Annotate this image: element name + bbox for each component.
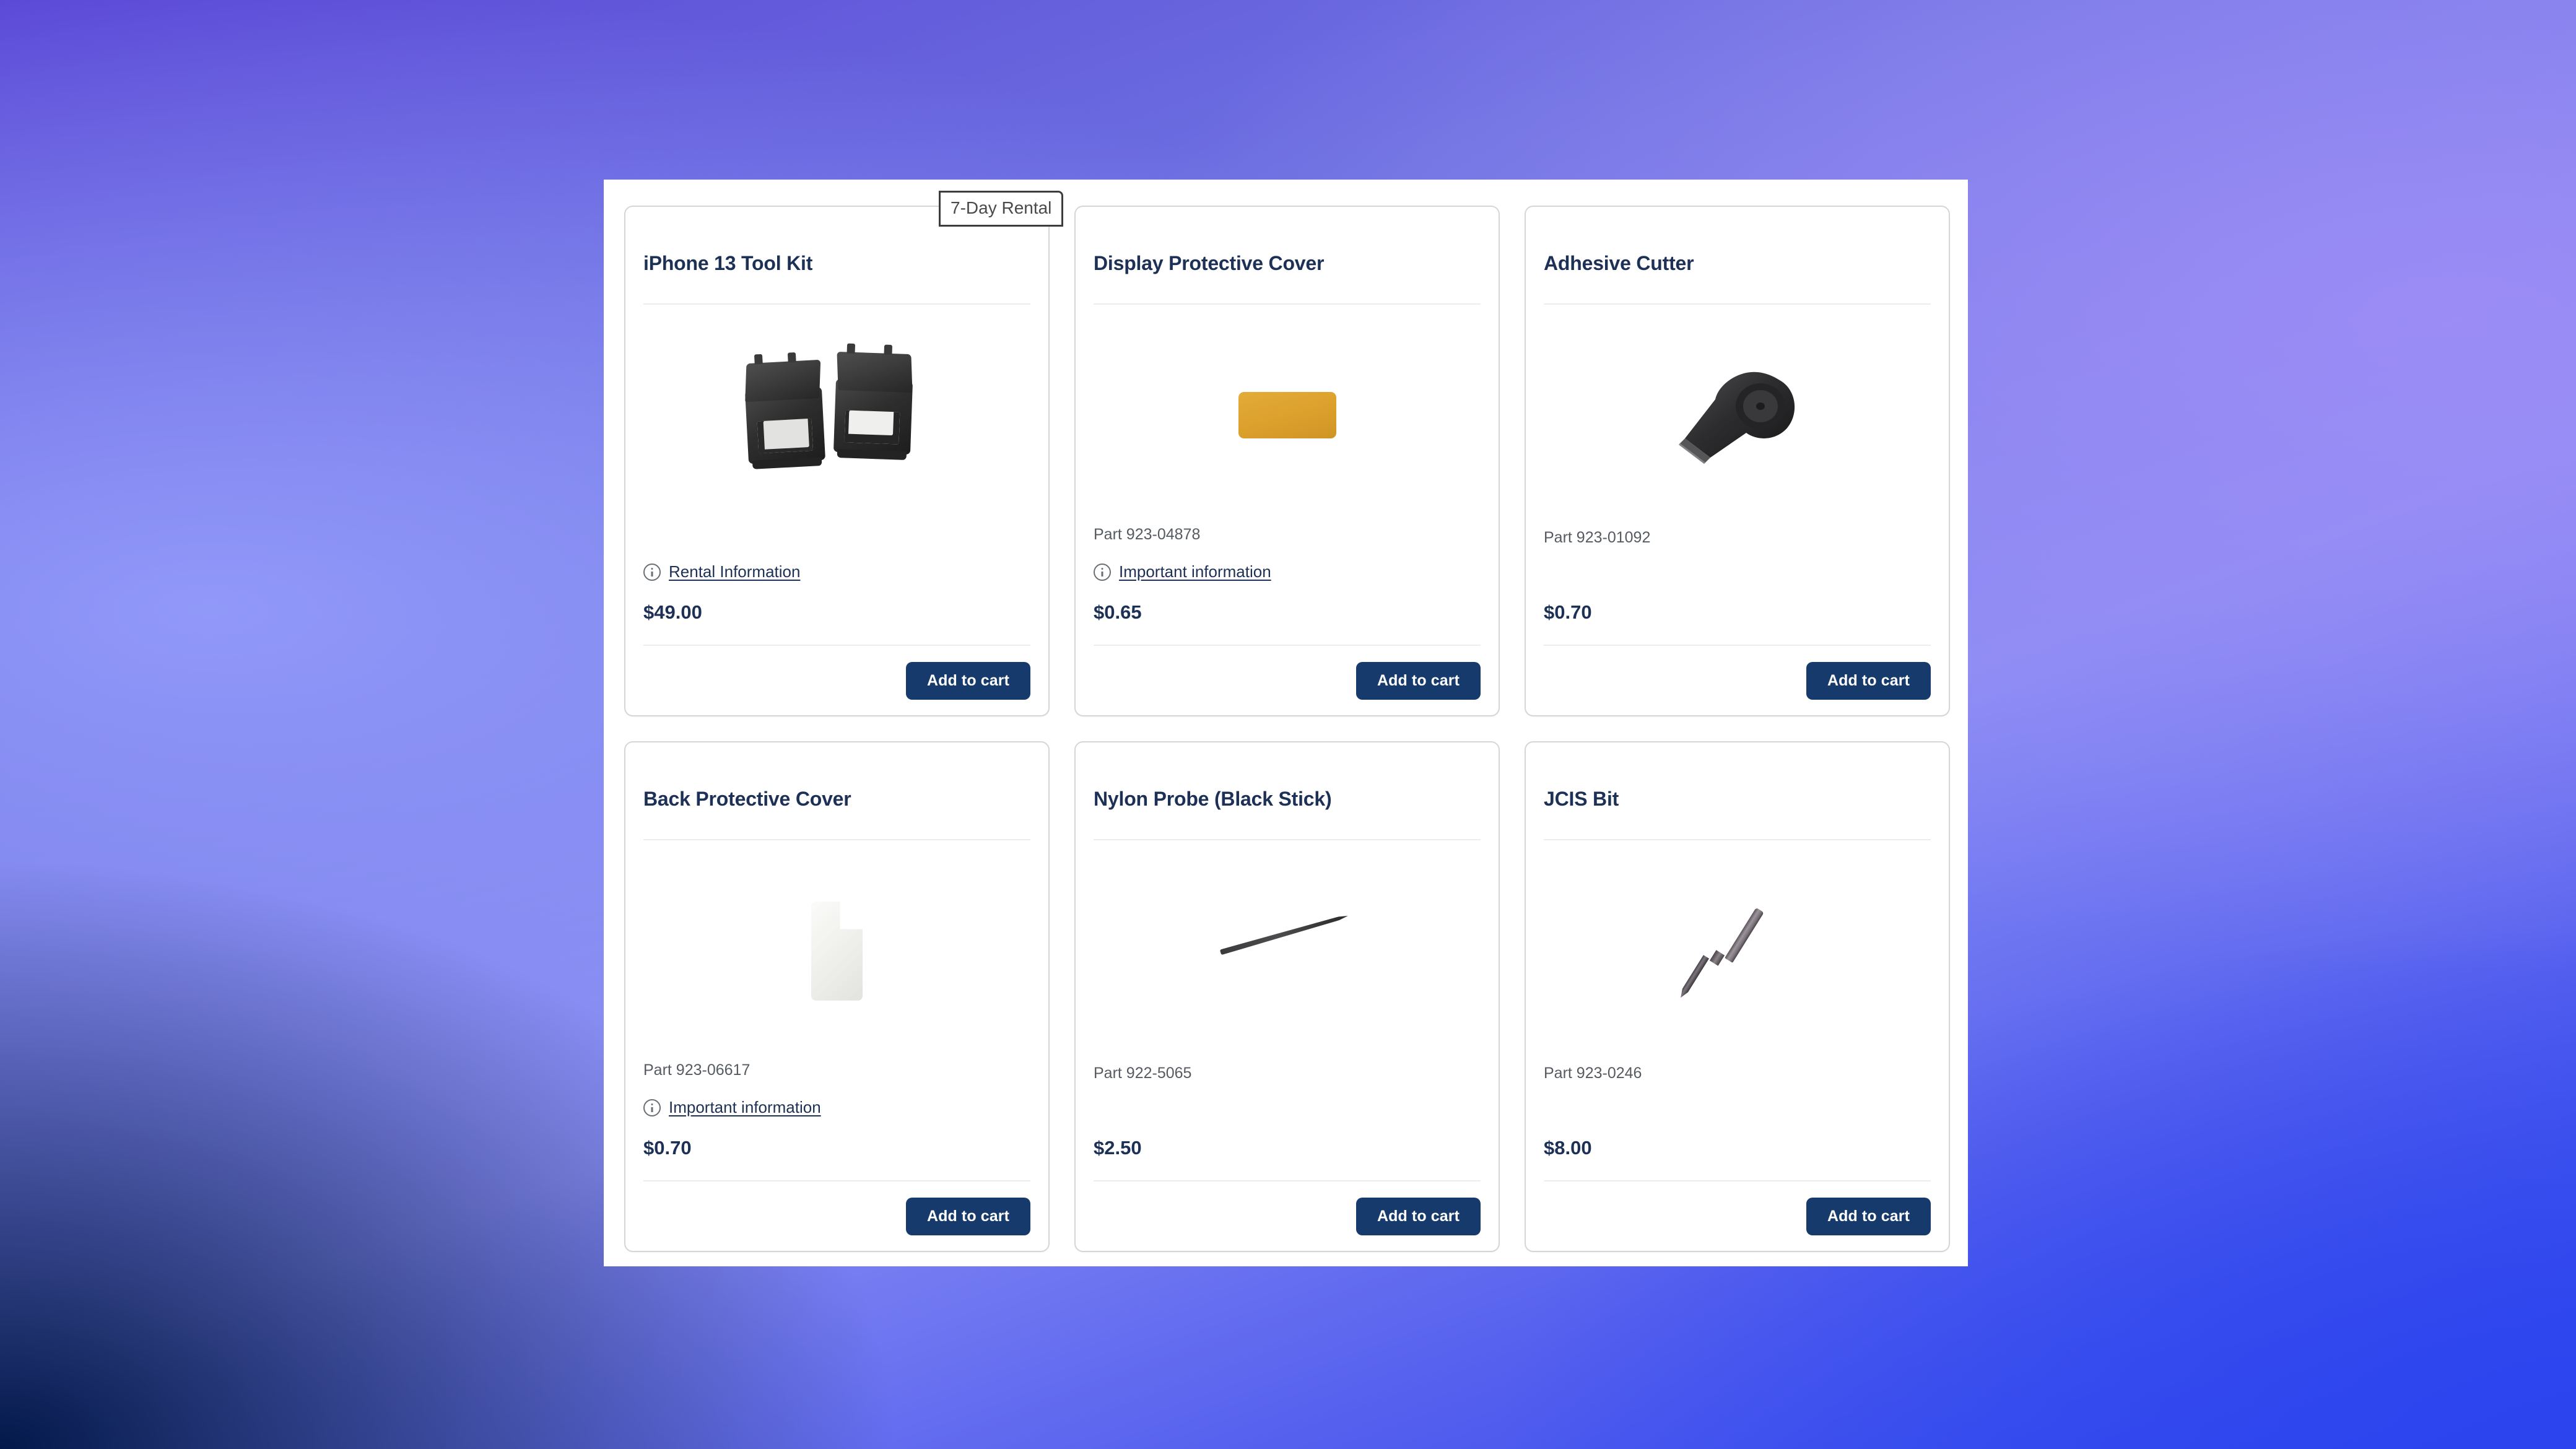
add-to-cart-button[interactable]: Add to cart [905, 1197, 1030, 1235]
jcis-bit-icon [1688, 897, 1787, 1007]
product-price: $8.00 [1544, 1137, 1592, 1159]
case-nub-icon [754, 354, 763, 365]
product-card-back-protective-cover[interactable]: Back Protective Cover Part 923-06617 Imp… [624, 741, 1050, 1252]
product-card-jcis-bit[interactable]: JCIS Bit Part 923-0246 $8.00 Add to cart [1525, 741, 1950, 1252]
card-actions: Add to cart [1544, 646, 1931, 715]
probe-shaft [1220, 913, 1349, 955]
info-circle-icon [643, 563, 661, 581]
back-cover-icon [811, 901, 863, 1001]
product-part-number: Part 923-0246 [1544, 1064, 1642, 1082]
important-information-row[interactable]: Important information [1094, 550, 1481, 581]
bit-collar [1709, 950, 1725, 966]
product-card-adhesive-cutter[interactable]: Adhesive Cutter Part 923-01092 $0.70 Add… [1525, 206, 1950, 716]
rental-duration-badge: 7-Day Rental [939, 191, 1064, 227]
product-image-display-cover [1094, 305, 1481, 526]
product-card-display-protective-cover[interactable]: Display Protective Cover Part 923-04878 … [1074, 206, 1500, 716]
product-title: Back Protective Cover [643, 788, 851, 810]
product-price: $0.65 [1094, 601, 1142, 623]
card-actions: Add to cart [643, 1181, 1030, 1251]
add-to-cart-button[interactable]: Add to cart [1806, 1197, 1931, 1235]
add-to-cart-button[interactable]: Add to cart [905, 661, 1030, 700]
case-lid-icon [836, 352, 913, 393]
card-actions: Add to cart [1544, 1181, 1931, 1251]
card-actions: Add to cart [1094, 1181, 1481, 1251]
product-title: JCIS Bit [1544, 788, 1619, 810]
card-actions: Add to cart [1094, 646, 1481, 715]
info-circle-icon [1094, 563, 1111, 581]
toolkit-icon [744, 343, 930, 470]
product-image-back-cover [643, 840, 1030, 1061]
rental-information-row[interactable]: Rental Information [643, 550, 1030, 581]
case-foam-insert [844, 410, 900, 445]
product-card-nylon-probe[interactable]: Nylon Probe (Black Stick) Part 922-5065 … [1074, 741, 1500, 1252]
product-image-jcis-bit [1544, 840, 1931, 1064]
product-image-toolkit [643, 305, 1030, 529]
info-circle-icon [643, 1099, 661, 1116]
case-base [837, 449, 907, 461]
add-to-cart-button[interactable]: Add to cart [1355, 1197, 1481, 1235]
important-information-link[interactable]: Important information [669, 1098, 821, 1117]
bit-shaft [1724, 907, 1764, 964]
card-actions: Add to cart [643, 646, 1030, 715]
product-card-iphone-13-tool-kit[interactable]: iPhone 13 Tool Kit Rental Information $4… [624, 206, 1050, 716]
product-part-number: Part 923-04878 [1094, 526, 1201, 543]
product-title: Adhesive Cutter [1544, 252, 1694, 274]
case-nub-icon [884, 344, 892, 355]
product-part-number: Part 923-06617 [643, 1061, 751, 1079]
product-title: Nylon Probe (Black Stick) [1094, 788, 1332, 810]
important-information-link[interactable]: Important information [1119, 562, 1271, 581]
product-image-adhesive-cutter [1544, 305, 1931, 529]
product-price: $49.00 [643, 601, 702, 623]
product-part-number [643, 529, 1030, 550]
case-nub-icon [787, 352, 796, 363]
product-grid: iPhone 13 Tool Kit Rental Information $4… [624, 206, 1950, 1252]
info-row-placeholder [1094, 1089, 1481, 1117]
info-row-placeholder [1544, 1089, 1931, 1117]
important-information-row[interactable]: Important information [643, 1086, 1030, 1117]
product-price: $0.70 [643, 1137, 692, 1159]
info-row-placeholder [1544, 553, 1931, 581]
product-part-number: Part 922-5065 [1094, 1064, 1192, 1082]
case-base [752, 457, 822, 470]
case-nub-icon [846, 343, 855, 354]
nylon-probe-icon [1221, 928, 1354, 977]
product-image-nylon-probe [1094, 840, 1481, 1064]
add-to-cart-button[interactable]: Add to cart [1806, 661, 1931, 700]
rental-information-link[interactable]: Rental Information [669, 562, 800, 581]
tool-case-right-icon [833, 343, 913, 461]
add-to-cart-button[interactable]: Add to cart [1355, 661, 1481, 700]
bit-tip [1677, 955, 1709, 999]
case-lid-icon [744, 360, 820, 402]
product-title: Display Protective Cover [1094, 252, 1325, 274]
adhesive-cutter-icon [1678, 372, 1795, 464]
tool-case-left-icon [744, 352, 825, 470]
case-foam-insert [757, 418, 813, 454]
product-part-number: Part 923-01092 [1544, 529, 1651, 546]
product-price: $0.70 [1544, 601, 1592, 623]
products-page-sheet: iPhone 13 Tool Kit Rental Information $4… [604, 180, 1968, 1266]
amber-cover-icon [1238, 392, 1336, 439]
product-price: $2.50 [1094, 1137, 1142, 1159]
